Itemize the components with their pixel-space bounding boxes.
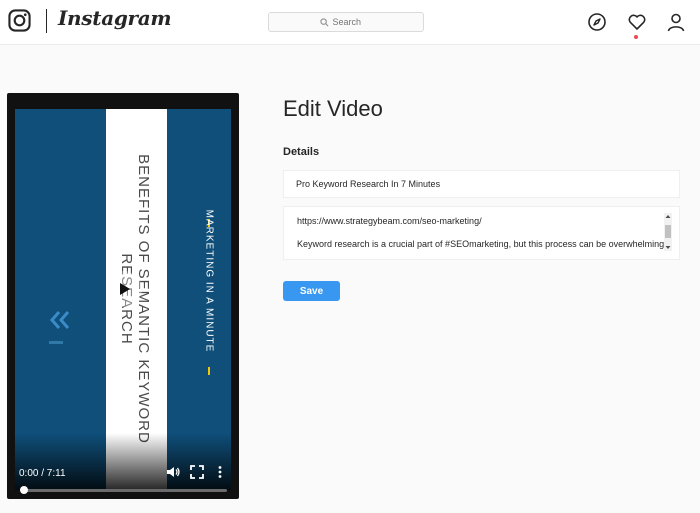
volume-icon[interactable] bbox=[166, 465, 180, 479]
explore-compass-icon[interactable] bbox=[587, 12, 607, 32]
profile-icon[interactable] bbox=[666, 12, 686, 32]
fullscreen-icon[interactable] bbox=[190, 465, 204, 479]
video-title-input[interactable] bbox=[283, 170, 680, 198]
video-player[interactable]: BENEFITS OF SEMANTIC KEYWORD RESEARCH MA… bbox=[7, 93, 239, 499]
video-series-text: MARKETING IN A MINUTE bbox=[203, 209, 215, 353]
search-icon bbox=[319, 17, 328, 26]
progress-bar[interactable] bbox=[22, 489, 227, 492]
brand-chevrons-icon bbox=[50, 311, 70, 329]
description-scrollbar[interactable] bbox=[664, 213, 672, 251]
more-options-icon[interactable] bbox=[213, 465, 227, 479]
save-button[interactable]: Save bbox=[283, 281, 340, 301]
play-button[interactable] bbox=[106, 271, 142, 307]
logo-divider bbox=[46, 9, 47, 33]
page-title: Edit Video bbox=[283, 96, 383, 121]
description-line: https://www.strategybeam.com/seo-marketi… bbox=[297, 216, 482, 226]
brand-wordmark bbox=[49, 341, 63, 344]
description-textarea[interactable]: https://www.strategybeam.com/seo-marketi… bbox=[283, 206, 680, 260]
play-icon bbox=[120, 283, 130, 295]
details-heading: Details bbox=[283, 146, 320, 158]
search-box[interactable] bbox=[268, 12, 424, 32]
scroll-thumb[interactable] bbox=[665, 225, 671, 238]
instagram-wordmark[interactable]: Instagram bbox=[58, 6, 172, 30]
notification-dot bbox=[634, 35, 638, 39]
scroll-up-arrow-icon[interactable] bbox=[664, 213, 672, 220]
time-display: 0:00 / 7:11 bbox=[19, 468, 66, 479]
top-nav-bar: Instagram bbox=[0, 0, 700, 45]
controls-overlay bbox=[15, 433, 231, 490]
accent-bar bbox=[208, 367, 210, 375]
search-input[interactable] bbox=[332, 17, 373, 27]
description-line: Keyword research is a crucial part of #S… bbox=[297, 239, 665, 249]
progress-scrubber[interactable] bbox=[20, 486, 28, 494]
activity-heart-icon[interactable] bbox=[627, 12, 647, 32]
instagram-logo-icon[interactable] bbox=[8, 9, 31, 32]
scroll-down-arrow-icon[interactable] bbox=[664, 244, 672, 251]
